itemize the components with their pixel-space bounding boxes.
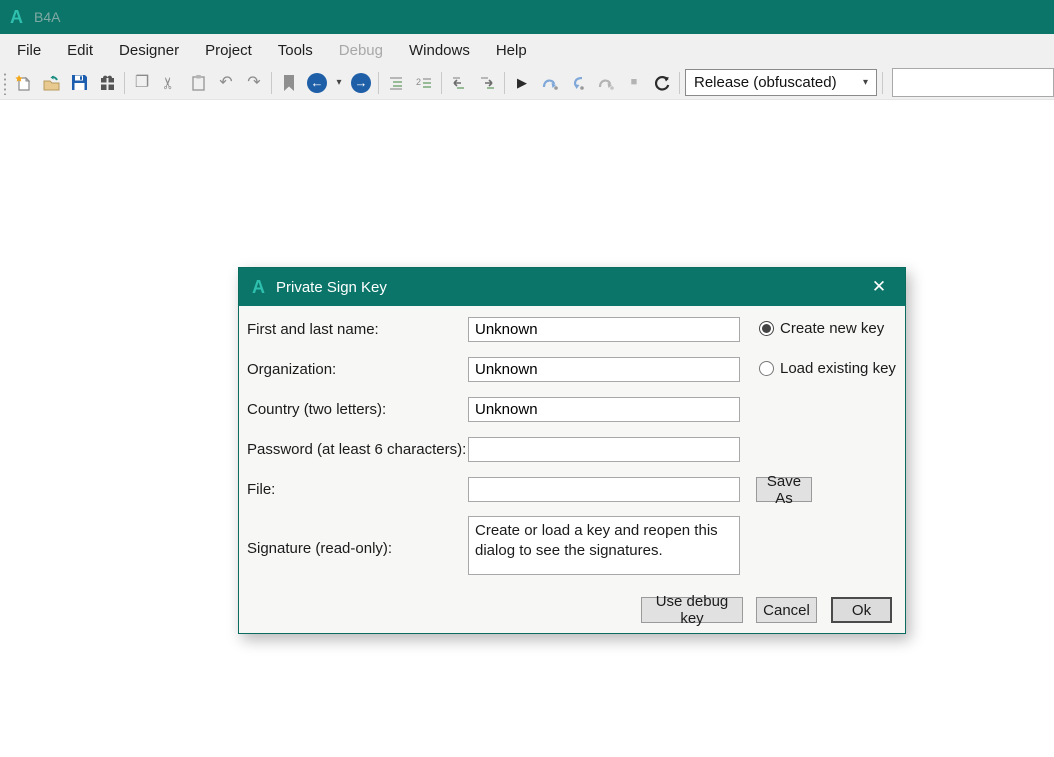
step-into-icon[interactable] bbox=[564, 70, 592, 96]
radio-load-existing-key[interactable]: Load existing key bbox=[759, 360, 896, 377]
stop-icon: ■ bbox=[620, 70, 648, 96]
load-existing-key-label: Load existing key bbox=[780, 360, 896, 377]
rebuild-icon[interactable] bbox=[648, 70, 676, 96]
redo-icon[interactable]: ↷ bbox=[240, 70, 268, 96]
menu-windows[interactable]: Windows bbox=[396, 34, 483, 66]
country-label: Country (two letters): bbox=[247, 401, 386, 418]
toolbar-grip[interactable] bbox=[1, 71, 7, 95]
toolbar-separator bbox=[124, 72, 125, 94]
open-project-icon[interactable] bbox=[37, 70, 65, 96]
chevron-down-icon: ▾ bbox=[863, 77, 868, 88]
toolbar-separator bbox=[882, 72, 883, 94]
create-new-key-label: Create new key bbox=[780, 320, 884, 337]
svg-text:2: 2 bbox=[416, 77, 421, 87]
ok-button[interactable]: Ok bbox=[831, 597, 892, 623]
toolbar-separator bbox=[504, 72, 505, 94]
comment-icon[interactable] bbox=[382, 70, 410, 96]
paste-icon[interactable] bbox=[184, 70, 212, 96]
outdent-icon[interactable] bbox=[445, 70, 473, 96]
dialog-logo-icon: A bbox=[252, 278, 265, 296]
run-icon[interactable]: ▶ bbox=[508, 70, 536, 96]
organization-label: Organization: bbox=[247, 361, 336, 378]
indent-icon[interactable] bbox=[473, 70, 501, 96]
search-input[interactable] bbox=[892, 68, 1054, 97]
signature-textarea[interactable]: Create or load a key and reopen this dia… bbox=[468, 516, 740, 575]
window-title: B4A bbox=[34, 9, 60, 25]
close-icon[interactable]: ✕ bbox=[866, 277, 892, 297]
nav-back-icon[interactable]: ← bbox=[303, 70, 331, 96]
first-last-name-input[interactable] bbox=[468, 317, 740, 342]
toolbar-separator bbox=[378, 72, 379, 94]
nav-forward-icon[interactable]: → bbox=[347, 70, 375, 96]
dialog-title: Private Sign Key bbox=[276, 279, 855, 296]
cut-glyph: ✂ bbox=[162, 76, 178, 89]
menu-help[interactable]: Help bbox=[483, 34, 540, 66]
toolbar-separator bbox=[441, 72, 442, 94]
app-logo-icon: A bbox=[10, 8, 23, 26]
menu-bar: File Edit Designer Project Tools Debug W… bbox=[0, 34, 1054, 66]
private-sign-key-dialog: A Private Sign Key ✕ First and last name… bbox=[238, 267, 906, 634]
first-last-name-label: First and last name: bbox=[247, 321, 379, 338]
menu-edit[interactable]: Edit bbox=[54, 34, 106, 66]
file-label: File: bbox=[247, 481, 275, 498]
back-arrow-glyph: ← bbox=[307, 73, 327, 93]
build-package-icon[interactable] bbox=[93, 70, 121, 96]
create-new-key-radio[interactable] bbox=[759, 321, 774, 336]
undo-icon[interactable]: ↶ bbox=[212, 70, 240, 96]
dialog-title-bar[interactable]: A Private Sign Key ✕ bbox=[239, 268, 905, 306]
bookmark-icon[interactable] bbox=[275, 70, 303, 96]
password-input[interactable] bbox=[468, 437, 740, 462]
signature-label: Signature (read-only): bbox=[247, 540, 392, 557]
uncomment-icon[interactable]: 2 bbox=[410, 70, 438, 96]
title-bar: A B4A bbox=[0, 0, 1054, 34]
new-project-icon[interactable] bbox=[9, 70, 37, 96]
main-toolbar: ❐ ✂ ↶ ↷ ← ▾ → 2 bbox=[0, 66, 1054, 100]
use-debug-key-button[interactable]: Use debug key bbox=[641, 597, 743, 623]
step-over-icon[interactable] bbox=[536, 70, 564, 96]
toolbar-separator bbox=[679, 72, 680, 94]
password-label: Password (at least 6 characters): bbox=[247, 441, 466, 458]
build-configuration-value: Release (obfuscated) bbox=[694, 74, 837, 91]
copy-icon[interactable]: ❐ bbox=[128, 70, 156, 96]
save-icon[interactable] bbox=[65, 70, 93, 96]
menu-tools[interactable]: Tools bbox=[265, 34, 326, 66]
cancel-button[interactable]: Cancel bbox=[756, 597, 817, 623]
menu-debug: Debug bbox=[326, 34, 396, 66]
toolbar-separator bbox=[271, 72, 272, 94]
forward-arrow-glyph: → bbox=[351, 73, 371, 93]
organization-input[interactable] bbox=[468, 357, 740, 382]
cut-icon[interactable]: ✂ bbox=[156, 70, 184, 96]
country-input[interactable] bbox=[468, 397, 740, 422]
save-as-button[interactable]: Save As bbox=[756, 477, 812, 502]
dialog-body: First and last name: Organization: Count… bbox=[239, 306, 905, 633]
nav-back-dropdown-icon[interactable]: ▾ bbox=[331, 70, 347, 96]
file-input[interactable] bbox=[468, 477, 740, 502]
menu-designer[interactable]: Designer bbox=[106, 34, 192, 66]
build-configuration-dropdown[interactable]: Release (obfuscated) ▾ bbox=[685, 69, 877, 96]
step-out-icon[interactable] bbox=[592, 70, 620, 96]
load-existing-key-radio[interactable] bbox=[759, 361, 774, 376]
menu-file[interactable]: File bbox=[4, 34, 54, 66]
radio-create-new-key[interactable]: Create new key bbox=[759, 320, 884, 337]
menu-project[interactable]: Project bbox=[192, 34, 265, 66]
